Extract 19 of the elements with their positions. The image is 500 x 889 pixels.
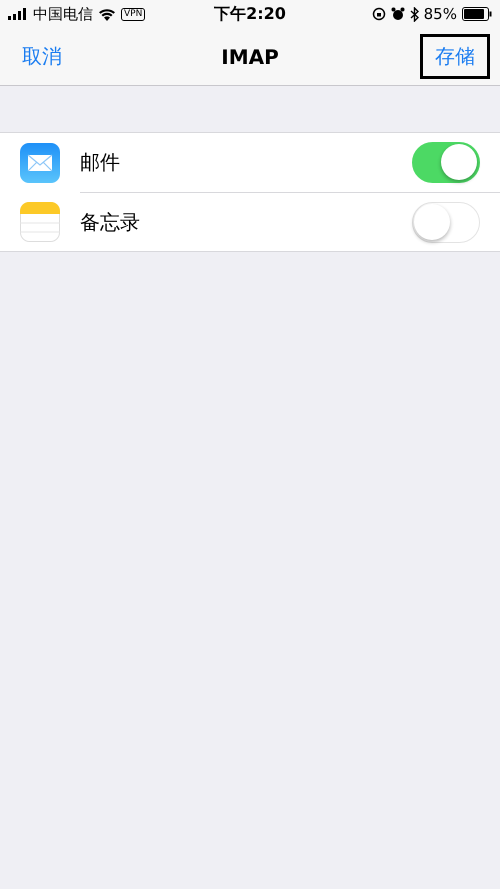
toggle-switch[interactable] [412,202,480,242]
battery-percent: 85% [424,5,457,23]
battery-icon [462,7,492,21]
row-label: 邮件 [80,149,121,176]
save-button[interactable]: 存储 [420,34,490,79]
status-time: 下午2:20 [214,4,286,24]
carrier-name: 中国电信 [33,4,93,24]
row-label: 备忘录 [80,208,141,236]
alarm-icon [390,7,405,21]
notepad-icon [20,202,60,242]
vpn-badge: VPN [121,8,146,20]
nav-title: IMAP [221,44,279,68]
mail-icon [20,142,60,182]
bluetooth-icon [410,6,419,22]
cancel-button[interactable]: 取消 [22,37,74,76]
toggle-switch[interactable] [412,142,480,183]
signal-icon [8,8,28,20]
rotation-lock-icon [372,7,386,21]
wifi-icon [98,8,116,20]
